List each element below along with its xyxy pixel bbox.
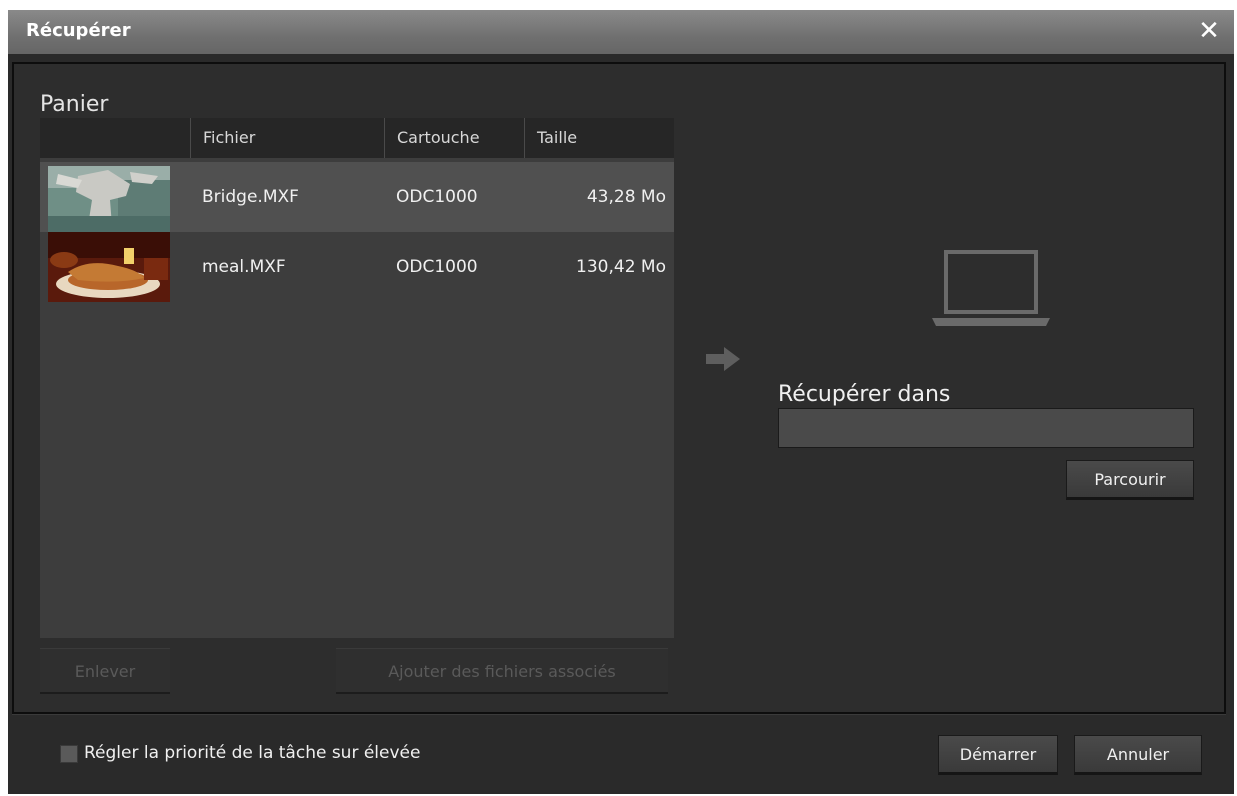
priority-checkbox[interactable] <box>60 745 78 763</box>
file-size: 43,28 Mo <box>586 187 666 207</box>
table-row[interactable]: Bridge.MXF ODC1000 43,28 Mo <box>40 162 674 232</box>
dialog-footer: Régler la priorité de la tâche sur élevé… <box>12 714 1226 793</box>
priority-checkbox-label[interactable]: Régler la priorité de la tâche sur élevé… <box>84 743 420 763</box>
column-header-file[interactable]: Fichier <box>190 118 384 158</box>
file-name: Bridge.MXF <box>202 187 299 207</box>
list-header: Fichier Cartouche Taille <box>40 118 674 158</box>
column-header-size[interactable]: Taille <box>524 118 674 158</box>
table-row[interactable]: meal.MXF ODC1000 130,42 Mo <box>40 232 674 302</box>
cartridge-name: ODC1000 <box>396 187 478 207</box>
title-bar: Récupérer ✕ <box>8 10 1234 54</box>
laptop-icon <box>932 250 1050 326</box>
retrieve-to-label: Récupérer dans <box>778 382 951 407</box>
remove-button[interactable]: Enlever <box>40 648 170 694</box>
arrow-right-icon <box>706 347 740 371</box>
destination-path-input[interactable] <box>778 408 1194 448</box>
add-associated-files-button[interactable]: Ajouter des fichiers associés <box>336 648 668 694</box>
cartridge-name: ODC1000 <box>396 257 478 277</box>
basket-list[interactable]: Fichier Cartouche Taille Bridge.MXF ODC1… <box>40 118 674 638</box>
close-icon[interactable]: ✕ <box>1194 16 1224 46</box>
basket-label: Panier <box>40 92 109 117</box>
meal-thumbnail <box>48 232 170 302</box>
bridge-thumbnail <box>48 166 170 232</box>
column-header-cartridge[interactable]: Cartouche <box>384 118 524 158</box>
file-size: 130,42 Mo <box>576 257 666 277</box>
cancel-button[interactable]: Annuler <box>1074 735 1202 775</box>
browse-button[interactable]: Parcourir <box>1066 460 1194 500</box>
start-button[interactable]: Démarrer <box>938 735 1058 775</box>
dialog-title: Récupérer <box>26 20 131 41</box>
dialog-content: Panier Fichier Cartouche Taille Bridge.M… <box>12 62 1226 714</box>
retrieve-dialog: Récupérer ✕ Panier Fichier Cartouche Tai… <box>8 10 1234 794</box>
file-name: meal.MXF <box>202 257 286 277</box>
